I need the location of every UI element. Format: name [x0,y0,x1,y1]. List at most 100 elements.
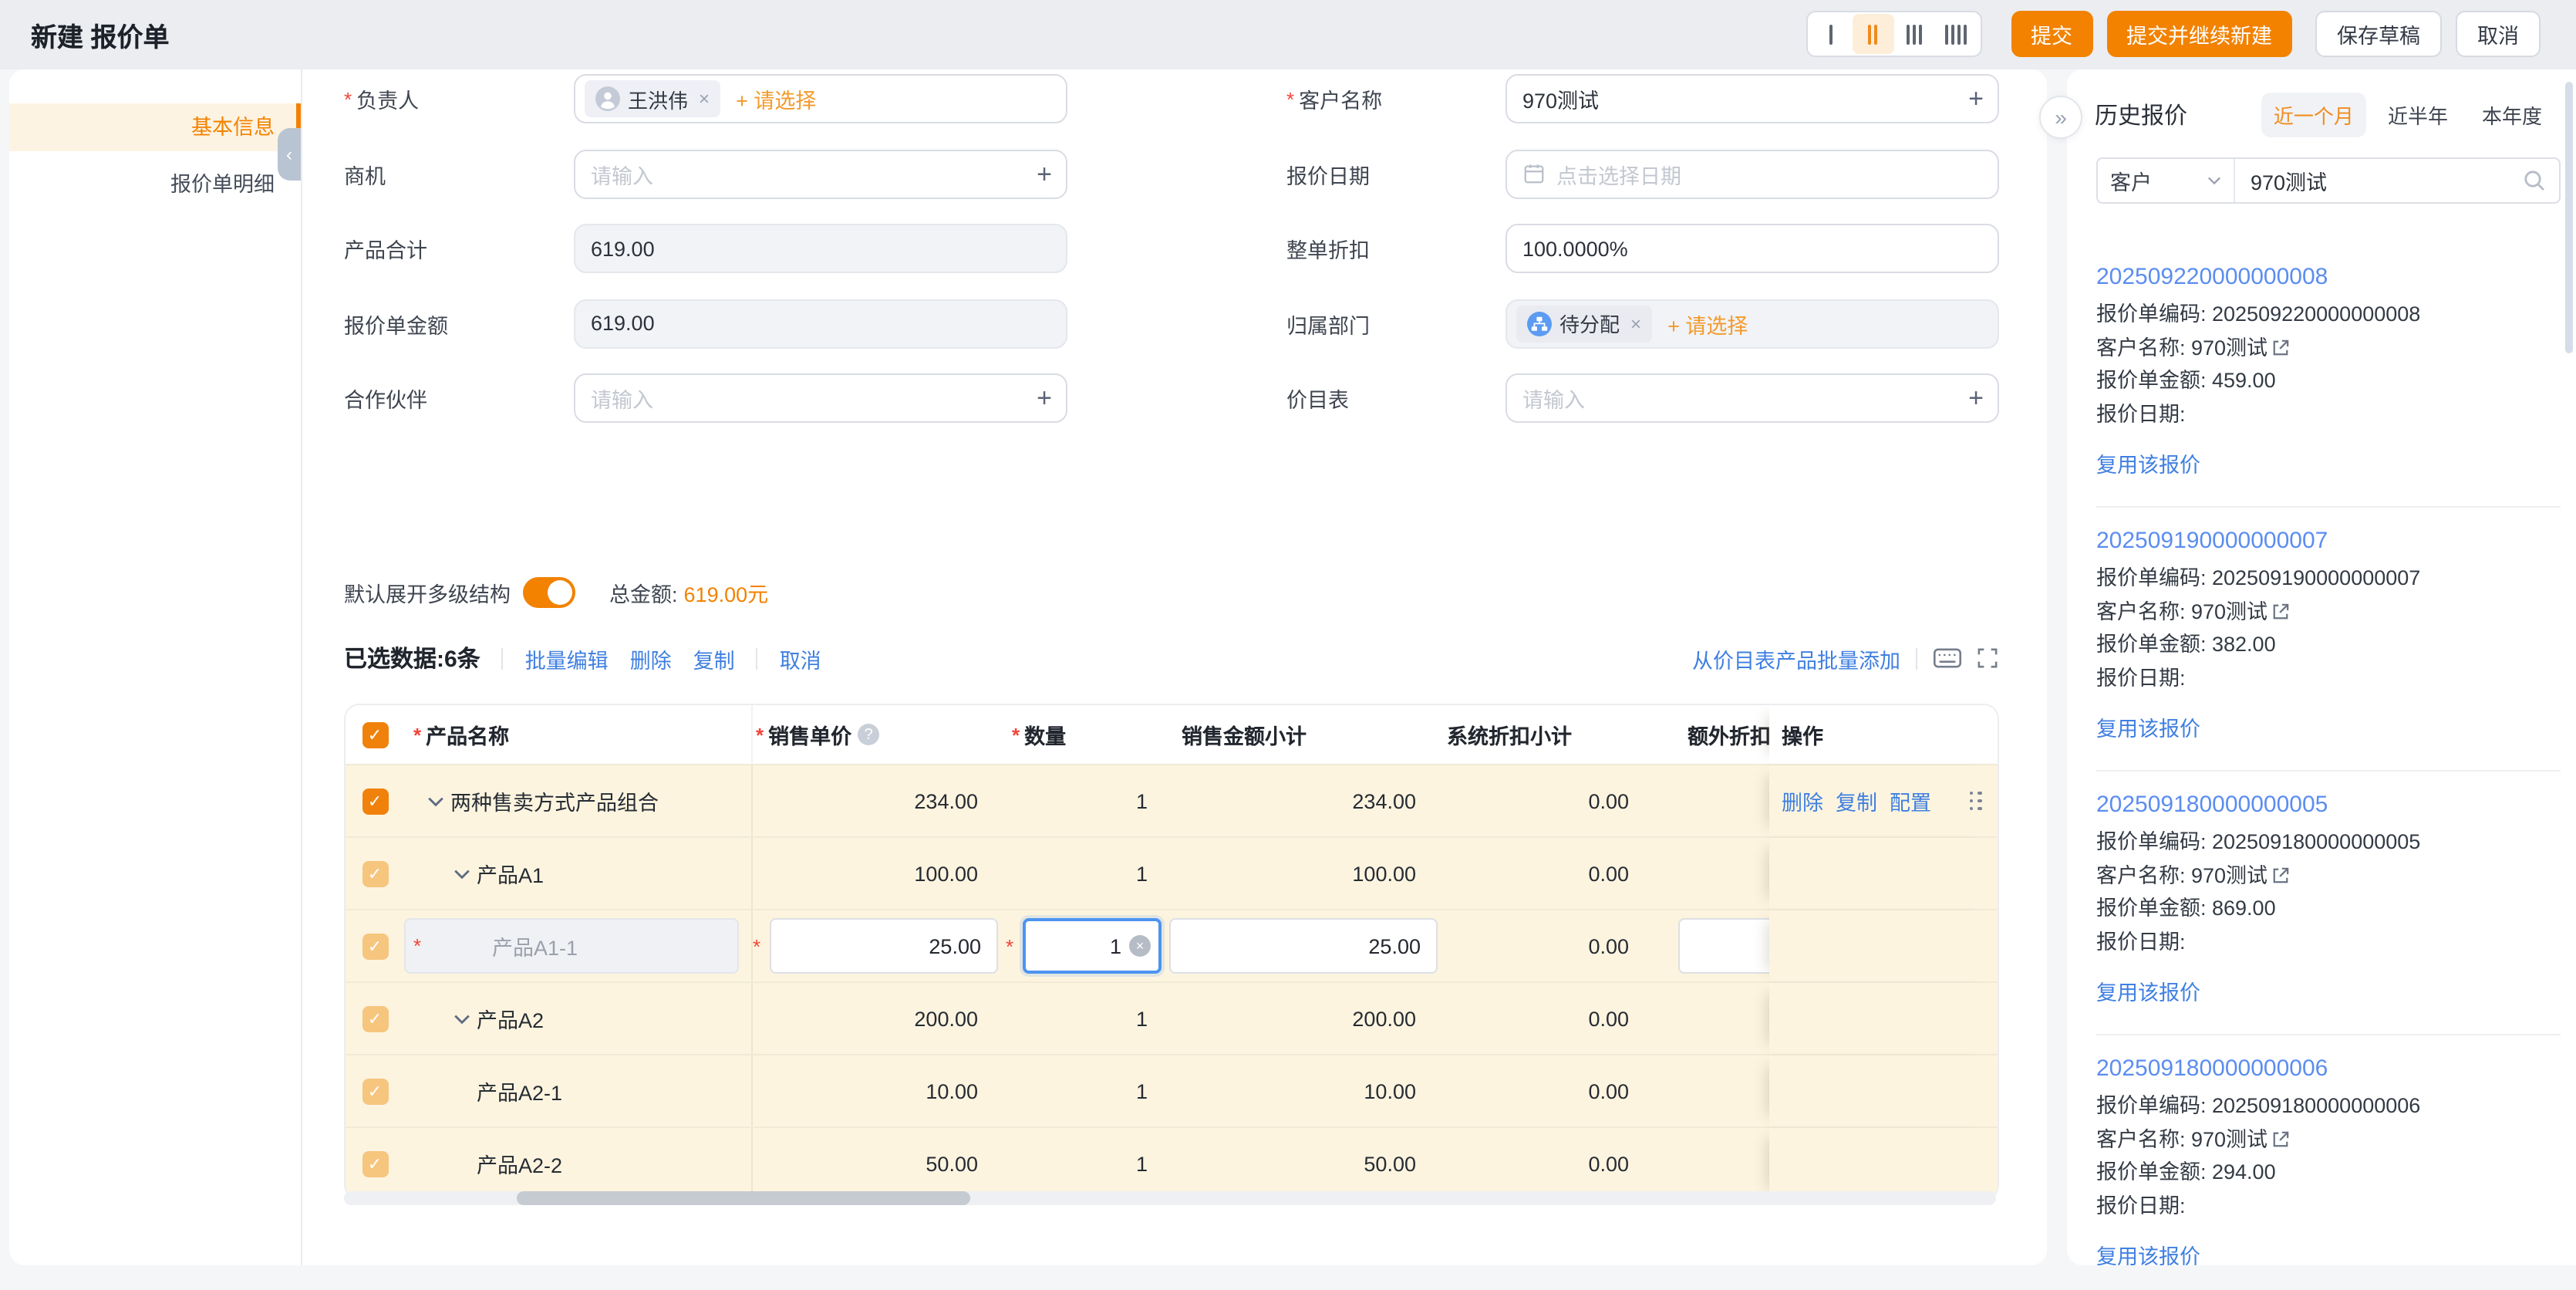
field-order-discount-input[interactable]: 100.0000% [1505,224,1999,273]
help-icon[interactable]: ? [858,724,879,745]
quote-code-line: 报价单编码: 202509180000000005 [2096,827,2561,857]
save-draft-button[interactable]: 保存草稿 [2315,11,2442,57]
quote-card-link[interactable]: 202509220000000008 [2096,264,2561,290]
tab-last-month[interactable]: 近一个月 [2261,93,2366,137]
row-checkbox[interactable]: ✓ [362,788,388,814]
chevron-down-icon[interactable] [427,795,444,806]
scrollbar-thumb[interactable] [517,1191,970,1205]
row-checkbox[interactable]: ✓ [362,1150,388,1177]
table-row: ✓产品A2-250.00150.000.00 [346,1126,1998,1199]
chevron-down-icon[interactable] [453,1013,470,1024]
cancel-selection-link[interactable]: 取消 [780,643,821,674]
external-link-icon[interactable] [2272,1131,2289,1148]
row-checkbox[interactable]: ✓ [362,860,388,886]
configure-row-link[interactable]: 配置 [1890,785,1931,816]
date-line: 报价日期: [2096,927,2561,957]
quote-card-link[interactable]: 202509190000000007 [2096,528,2561,554]
owner-chip[interactable]: 王洪伟× [585,80,720,117]
plus-icon[interactable]: + [1968,385,1984,411]
table-toolbar-right: 从价目表产品批量添加 [1692,643,1998,674]
form-left-column: *负责人王洪伟×+ 请选择商机请输入+产品合计619.00报价单金额619.00… [344,74,1067,448]
quote-card-link[interactable]: 202509180000000006 [2096,1055,2561,1082]
expand-structure-toggle[interactable] [523,577,575,608]
quantity-input[interactable]: 1× [1023,918,1162,974]
view-option-2-columns[interactable] [1852,14,1893,54]
field-price-list-input[interactable]: 请输入+ [1505,373,1999,423]
plus-icon[interactable]: + [1037,385,1052,411]
extra-discount-input[interactable] [1678,918,1769,974]
chip-remove-icon[interactable]: × [1630,312,1641,334]
select-all-checkbox[interactable]: ✓ [362,721,388,748]
field-label: 商机 [344,158,574,189]
tab-this-year[interactable]: 本年度 [2470,93,2554,137]
external-link-icon[interactable] [2272,867,2289,884]
drag-handle-icon[interactable] [1969,791,1982,811]
reuse-quote-link[interactable]: 复用该报价 [2096,711,2200,742]
submit-and-new-button[interactable]: 提交并继续新建 [2106,11,2292,57]
filter-field-select[interactable]: 客户 [2098,159,2235,202]
view-option-1-columns[interactable] [1810,14,1852,54]
calendar-icon [1522,162,1546,185]
chip-remove-icon[interactable]: × [699,88,710,110]
view-option-4-columns[interactable] [1935,14,1977,54]
amount-input[interactable]: 25.00 [1169,918,1438,974]
fullscreen-icon[interactable] [1978,648,1998,668]
plus-icon[interactable]: + [1968,86,1984,112]
field-label: 整单折扣 [1286,233,1505,264]
quote-code-line: 报价单编码: 202509190000000007 [2096,563,2561,593]
field-department-input[interactable]: 待分配× + 请选择 [1505,299,1999,348]
row-checkbox[interactable]: ✓ [362,1005,388,1032]
divider [502,647,504,669]
department-chip[interactable]: 待分配× [1516,305,1652,342]
delete-selected-link[interactable]: 删除 [630,643,672,674]
quote-card: 202509180000000005 报价单编码: 202509180000000… [2096,772,2561,1035]
view-option-3-columns[interactable] [1893,14,1935,54]
copy-row-link[interactable]: 复制 [1836,785,1877,816]
unit-price-input[interactable]: 25.00 [770,918,998,974]
search-icon[interactable] [2522,168,2547,193]
delete-row-link[interactable]: 删除 [1782,785,1823,816]
sidebar-item-quote-details[interactable]: 报价单明细 [9,165,301,205]
copy-selected-link[interactable]: 复制 [693,643,735,674]
product-name-input[interactable]: 产品A1-1 [404,918,739,974]
chevron-down-icon[interactable] [453,868,470,879]
extra-discount-cell [1678,1128,1769,1199]
submit-button[interactable]: 提交 [2011,11,2092,57]
add-select-link[interactable]: + 请选择 [1667,308,1748,339]
field-quote-date-input[interactable]: 点击选择日期 [1505,149,1999,198]
add-from-pricelist-link[interactable]: 从价目表产品批量添加 [1692,643,1900,674]
filter-keyword-input[interactable]: 970测试 [2235,165,2559,196]
tab-half-year[interactable]: 近半年 [2375,93,2460,137]
quote-code-line: 报价单编码: 202509180000000006 [2096,1091,2561,1121]
column-header-label: 产品名称 [426,719,509,750]
field-opportunity-input[interactable]: 请输入+ [574,149,1067,198]
view-density-switcher [1806,11,1981,57]
reuse-quote-link[interactable]: 复用该报价 [2096,975,2200,1006]
collapse-panel-button[interactable]: » [2039,96,2082,139]
row-checkbox[interactable]: ✓ [362,933,388,959]
batch-edit-link[interactable]: 批量编辑 [525,643,609,674]
quantity-cell: 1 [1006,983,1166,1054]
reuse-quote-link[interactable]: 复用该报价 [2096,1239,2200,1265]
field-partner-input[interactable]: 请输入+ [574,373,1067,423]
reuse-quote-link[interactable]: 复用该报价 [2096,447,2200,478]
panel-scrollbar-thumb[interactable] [2565,82,2573,353]
field-owner-input[interactable]: 王洪伟× + 请选择 [574,74,1067,123]
field-customer-name-input[interactable]: 970测试+ [1505,74,1999,123]
external-link-icon[interactable] [2272,339,2289,356]
system-discount-cell: 0.00 [1438,1128,1678,1199]
clear-icon[interactable]: × [1129,935,1151,957]
cancel-button[interactable]: 取消 [2456,11,2541,57]
add-select-link[interactable]: + 请选择 [736,83,816,114]
row-checkbox[interactable]: ✓ [362,1078,388,1104]
external-link-icon[interactable] [2272,603,2289,620]
quote-card-link[interactable]: 202509180000000005 [2096,792,2561,818]
unit-price-cell: 10.00 [753,1055,1006,1126]
amount-line: 报价单金额: 294.00 [2096,1157,2561,1187]
sidebar-item-basic-info[interactable]: 基本信息 [9,103,301,151]
plus-icon[interactable]: + [1037,160,1052,187]
keyboard-shortcuts-icon[interactable] [1933,648,1962,668]
collapse-sidebar-handle[interactable]: ‹ [278,128,301,181]
horizontal-scrollbar[interactable] [344,1191,1996,1205]
amount-subtotal-cell: 100.00 [1166,838,1438,909]
